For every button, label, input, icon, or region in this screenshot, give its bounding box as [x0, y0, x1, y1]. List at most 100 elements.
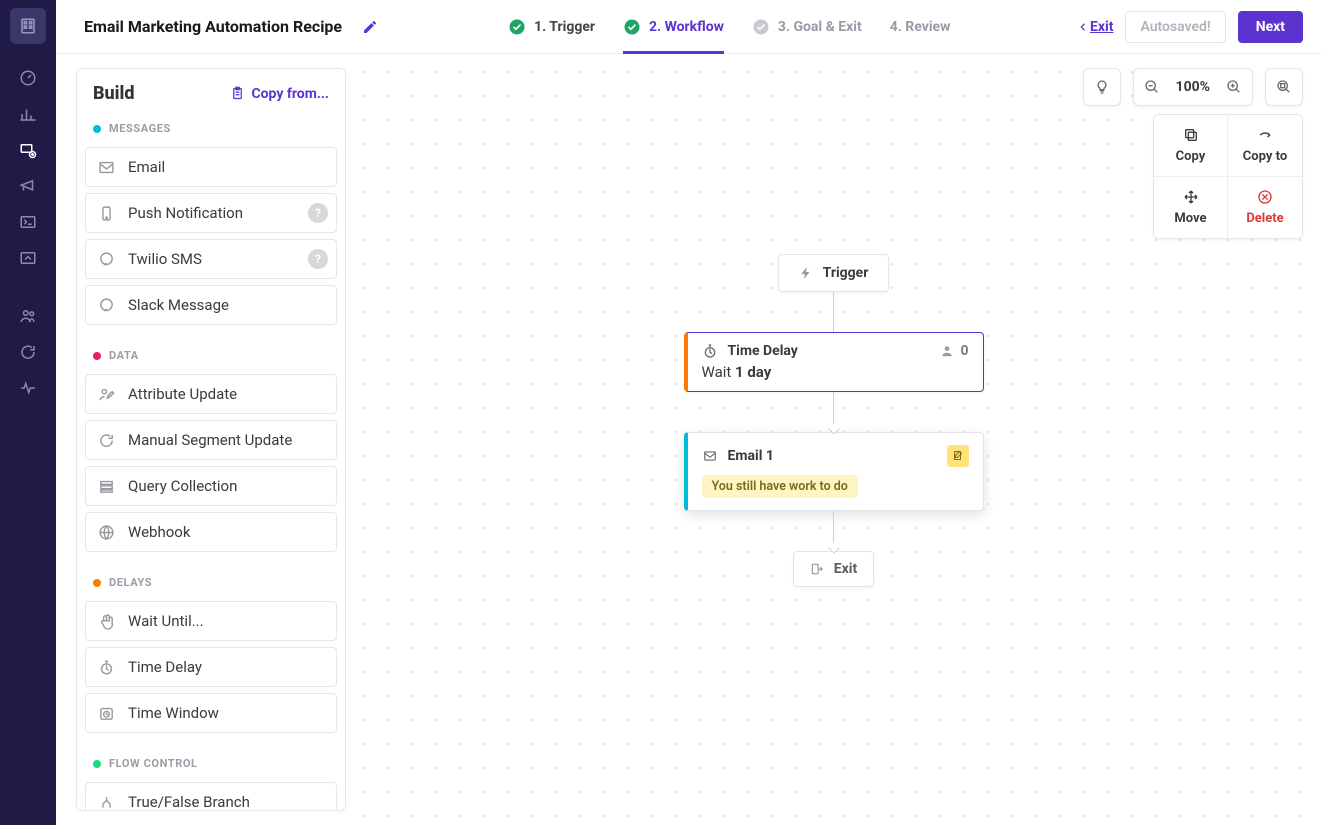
- zoom-in-icon: [1226, 79, 1242, 95]
- circle-icon: [752, 18, 770, 36]
- step-review[interactable]: 4. Review: [890, 1, 951, 53]
- exit-icon: [810, 562, 824, 576]
- block-label: Manual Segment Update: [128, 431, 292, 449]
- section-dot-icon: [93, 352, 101, 360]
- nav-dashboard[interactable]: [8, 62, 48, 94]
- zoom-out-button[interactable]: [1134, 69, 1170, 105]
- section-dot-icon: [93, 125, 101, 133]
- top-bar: Email Marketing Automation Recipe 1. Tri…: [56, 0, 1321, 54]
- refresh-icon: [98, 432, 115, 449]
- nav-people[interactable]: [8, 300, 48, 332]
- stepper: 1. Trigger 2. Workflow 3. Goal & Exit 4.…: [508, 1, 950, 53]
- stack-icon: [98, 478, 115, 495]
- stopwatch-icon: [98, 659, 115, 676]
- block-attribute-update[interactable]: Attribute Update: [85, 374, 337, 414]
- copy-node-button[interactable]: Copy: [1154, 115, 1228, 177]
- help-icon[interactable]: ?: [308, 203, 328, 223]
- block-email[interactable]: Email: [85, 147, 337, 187]
- section-dot-icon: [93, 579, 101, 587]
- help-icon[interactable]: ?: [308, 249, 328, 269]
- copy-to-node-button[interactable]: Copy to: [1228, 115, 1302, 177]
- workflow-canvas[interactable]: 100% Copy Copy to: [346, 54, 1321, 825]
- person-icon: [940, 344, 954, 358]
- block-label: Query Collection: [128, 477, 237, 495]
- edit-title-button[interactable]: [362, 19, 378, 35]
- clipboard-icon: [230, 86, 245, 101]
- app-logo[interactable]: [10, 8, 46, 44]
- email-warning: You still have work to do: [702, 475, 858, 498]
- block-wait-until-[interactable]: Wait Until...: [85, 601, 337, 641]
- email-title: Email 1: [728, 448, 774, 464]
- block-label: Time Window: [128, 704, 219, 722]
- block-true-false-branch[interactable]: True/False Branch: [85, 782, 337, 811]
- delete-icon: [1257, 189, 1273, 205]
- node-actions: Copy Copy to Move Delete: [1153, 114, 1303, 239]
- zoom-fit-icon: [1276, 79, 1292, 95]
- hint-button[interactable]: [1084, 69, 1120, 105]
- delete-node-button[interactable]: Delete: [1228, 177, 1302, 238]
- section-dot-icon: [93, 760, 101, 768]
- block-manual-segment-update[interactable]: Manual Segment Update: [85, 420, 337, 460]
- move-node-button[interactable]: Move: [1154, 177, 1228, 238]
- copy-icon: [1183, 127, 1199, 143]
- section-label: DATA: [109, 349, 139, 362]
- step-workflow[interactable]: 2. Workflow: [623, 1, 724, 53]
- section-label: FLOW CONTROL: [109, 757, 198, 770]
- zoom-in-button[interactable]: [1216, 69, 1252, 105]
- section-header: MESSAGES: [85, 114, 337, 141]
- nav-automation[interactable]: [8, 134, 48, 166]
- mail-icon: [702, 449, 718, 463]
- section-label: MESSAGES: [109, 122, 171, 135]
- block-label: Email: [128, 158, 165, 176]
- step-goal-exit[interactable]: 3. Goal & Exit: [752, 1, 862, 53]
- chat-icon: [98, 297, 115, 314]
- lightbulb-icon: [1094, 79, 1110, 95]
- bolt-icon: [799, 266, 813, 280]
- nav-sync[interactable]: [8, 336, 48, 368]
- block-label: True/False Branch: [128, 793, 250, 811]
- build-sidebar: Build Copy from... MESSAGES Email Push Not…: [56, 54, 346, 825]
- block-label: Time Delay: [128, 658, 202, 676]
- block-slack-message[interactable]: Slack Message: [85, 285, 337, 325]
- delay-title: Time Delay: [728, 343, 798, 359]
- block-label: Twilio SMS: [128, 250, 202, 268]
- next-button[interactable]: Next: [1238, 11, 1303, 43]
- chat-icon: [98, 251, 115, 268]
- person-edit-icon: [98, 386, 115, 403]
- clock-icon: [98, 705, 115, 722]
- exit-link[interactable]: Exit: [1078, 19, 1113, 35]
- email-node[interactable]: Email 1 You still have work to do: [684, 432, 984, 511]
- check-circle-icon: [508, 18, 526, 36]
- autosaved-badge: Autosaved!: [1125, 11, 1225, 43]
- trigger-node[interactable]: Trigger: [778, 254, 890, 292]
- block-time-delay[interactable]: Time Delay: [85, 647, 337, 687]
- block-push-notification[interactable]: Push Notification?: [85, 193, 337, 233]
- block-label: Attribute Update: [128, 385, 237, 403]
- section-header: DELAYS: [85, 568, 337, 595]
- exit-node[interactable]: Exit: [793, 551, 874, 587]
- globe-icon: [98, 524, 115, 541]
- zoom-fit-button[interactable]: [1266, 69, 1302, 105]
- block-time-window[interactable]: Time Window: [85, 693, 337, 733]
- share-icon: [1257, 127, 1273, 143]
- copy-from-button[interactable]: Copy from...: [230, 86, 329, 102]
- nav-terminal[interactable]: [8, 206, 48, 238]
- stopwatch-icon: [702, 343, 718, 359]
- nav-campaigns[interactable]: [8, 170, 48, 202]
- recipe-title: Email Marketing Automation Recipe: [84, 17, 342, 36]
- block-label: Webhook: [128, 523, 190, 541]
- nav-activity[interactable]: [8, 372, 48, 404]
- nav-share[interactable]: [8, 242, 48, 274]
- section-header: DATA: [85, 341, 337, 368]
- block-query-collection[interactable]: Query Collection: [85, 466, 337, 506]
- block-twilio-sms[interactable]: Twilio SMS?: [85, 239, 337, 279]
- nav-rail: [0, 0, 56, 825]
- block-webhook[interactable]: Webhook: [85, 512, 337, 552]
- zoom-out-icon: [1144, 79, 1160, 95]
- block-label: Slack Message: [128, 296, 229, 314]
- step-trigger[interactable]: 1. Trigger: [508, 1, 595, 53]
- delay-description: Wait 1 day: [702, 363, 969, 381]
- build-title: Build: [93, 83, 135, 104]
- nav-analytics[interactable]: [8, 98, 48, 130]
- time-delay-node[interactable]: Time Delay 0 Wait 1 day: [684, 332, 984, 392]
